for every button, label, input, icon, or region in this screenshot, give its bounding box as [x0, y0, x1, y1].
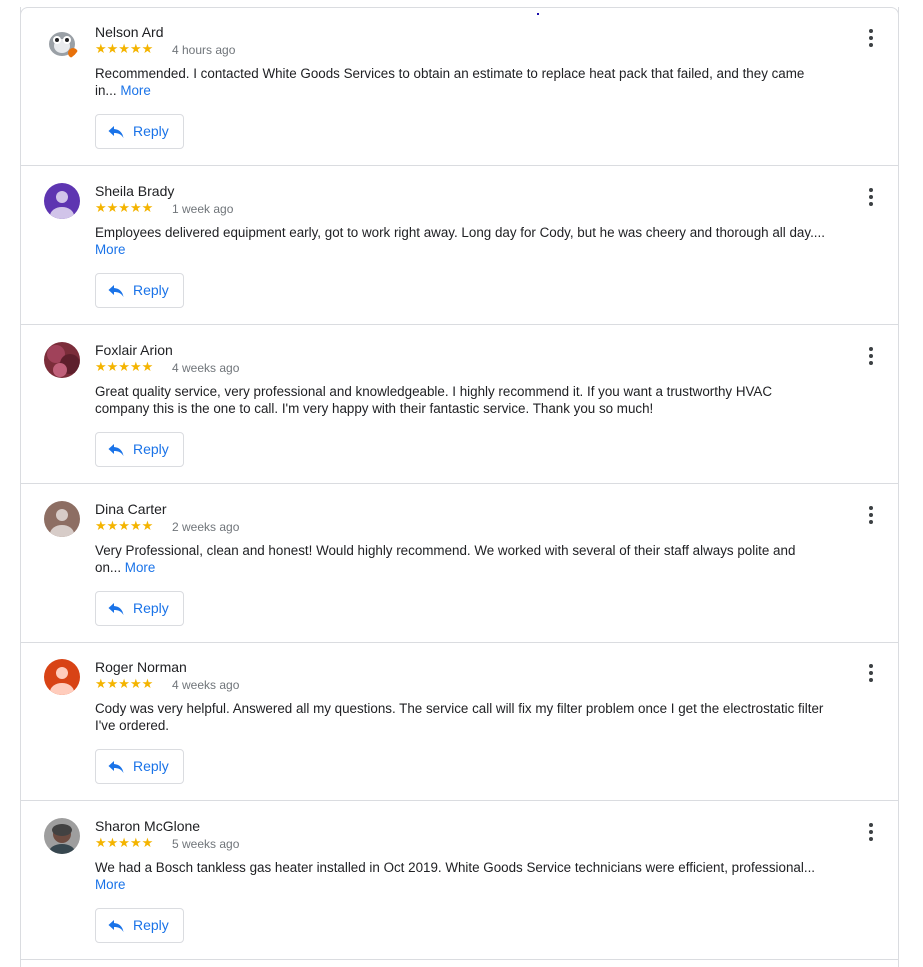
reply-icon: [108, 920, 124, 932]
review-card: Roger Norman ★★★★★ 4 weeks ago Cody was …: [20, 642, 899, 801]
reply-label: Reply: [133, 600, 169, 616]
more-options-icon[interactable]: [863, 662, 879, 684]
star-rating: ★★★★★: [95, 359, 154, 374]
review-time: 2 weeks ago: [172, 520, 240, 534]
reply-icon: [108, 126, 124, 138]
reply-label: Reply: [133, 441, 169, 457]
review-text-body: We had a Bosch tankless gas heater insta…: [95, 860, 816, 875]
reviewer-name[interactable]: Roger Norman: [95, 659, 187, 675]
review-card: Sheila Brady ★★★★★ 1 week ago Employees …: [20, 166, 899, 325]
review-text-body: Employees delivered equipment early, got…: [95, 225, 825, 240]
reply-label: Reply: [133, 758, 169, 774]
more-options-icon[interactable]: [863, 27, 879, 49]
more-link[interactable]: More: [95, 877, 126, 892]
reply-icon: [108, 444, 124, 456]
reply-label: Reply: [133, 917, 169, 933]
review-text: Cody was very helpful. Answered all my q…: [95, 700, 825, 734]
reply-button[interactable]: Reply: [95, 908, 184, 943]
review-text: Great quality service, very professional…: [95, 383, 825, 417]
reply-button[interactable]: Reply: [95, 591, 184, 626]
reply-button[interactable]: Reply: [95, 749, 184, 784]
reply-icon: [108, 603, 124, 615]
review-card: Sharon McGlone ★★★★★ 5 weeks ago We had …: [20, 801, 899, 960]
reply-label: Reply: [133, 282, 169, 298]
more-link[interactable]: More: [125, 560, 156, 575]
review-text: We had a Bosch tankless gas heater insta…: [95, 859, 825, 893]
star-rating: ★★★★★: [95, 835, 154, 850]
reviewer-name[interactable]: Nelson Ard: [95, 24, 163, 40]
star-rating: ★★★★★: [95, 200, 154, 215]
review-time: 4 weeks ago: [172, 678, 240, 692]
reviewer-name[interactable]: Sheila Brady: [95, 183, 174, 199]
reviewer-name[interactable]: Foxlair Arion: [95, 342, 173, 358]
reply-button[interactable]: Reply: [95, 273, 184, 308]
star-rating: ★★★★★: [95, 41, 154, 56]
review-text-body: Great quality service, very professional…: [95, 384, 773, 416]
review-card: Nelson Ard ★★★★★ 4 hours ago Recommended…: [20, 7, 899, 166]
reply-icon: [108, 285, 124, 297]
review-text-body: Recommended. I contacted White Goods Ser…: [95, 66, 805, 98]
avatar[interactable]: [44, 183, 80, 219]
more-link[interactable]: More: [95, 242, 126, 257]
review-text: Very Professional, clean and honest! Wou…: [95, 542, 825, 576]
avatar[interactable]: [44, 342, 80, 378]
reply-button[interactable]: Reply: [95, 114, 184, 149]
review-time: 4 hours ago: [172, 43, 236, 57]
reply-button[interactable]: Reply: [95, 432, 184, 467]
reply-label: Reply: [133, 123, 169, 139]
review-time: 4 weeks ago: [172, 361, 240, 375]
more-options-icon[interactable]: [863, 186, 879, 208]
reply-icon: [108, 761, 124, 773]
review-text: Employees delivered equipment early, got…: [95, 224, 825, 258]
more-options-icon[interactable]: [863, 821, 879, 843]
reviewer-name[interactable]: Sharon McGlone: [95, 818, 200, 834]
review-text-body: Cody was very helpful. Answered all my q…: [95, 701, 824, 733]
avatar[interactable]: [44, 818, 80, 854]
review-time: 1 week ago: [172, 202, 234, 216]
avatar[interactable]: [44, 24, 80, 60]
more-options-icon[interactable]: [863, 504, 879, 526]
star-rating: ★★★★★: [95, 676, 154, 691]
more-options-icon[interactable]: [863, 345, 879, 367]
review-text: Recommended. I contacted White Goods Ser…: [95, 65, 825, 99]
star-rating: ★★★★★: [95, 518, 154, 533]
review-card: Dina Carter ★★★★★ 2 weeks ago Very Profe…: [20, 484, 899, 643]
more-link[interactable]: More: [120, 83, 151, 98]
avatar[interactable]: [44, 659, 80, 695]
review-text-body: Very Professional, clean and honest! Wou…: [95, 543, 796, 575]
review-card: Foxlair Arion ★★★★★ 4 weeks ago Great qu…: [20, 325, 899, 484]
reviewer-name[interactable]: Dina Carter: [95, 501, 167, 517]
review-time: 5 weeks ago: [172, 837, 240, 851]
avatar[interactable]: [44, 501, 80, 537]
